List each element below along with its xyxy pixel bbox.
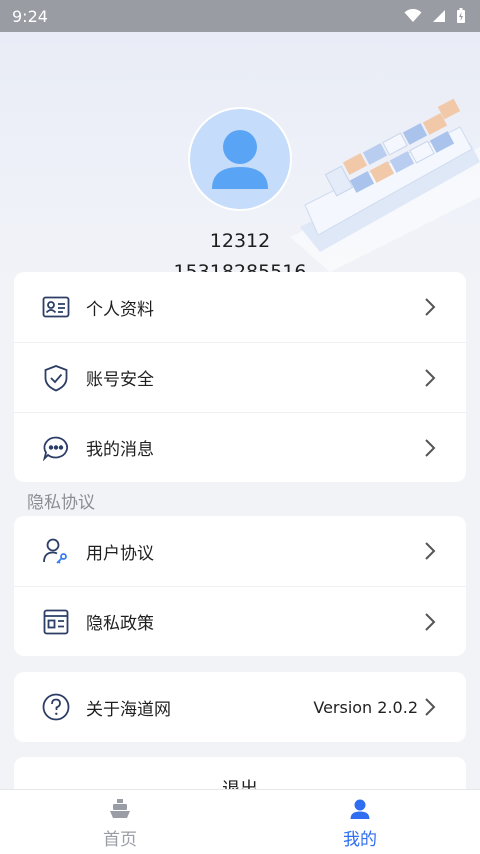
account-menu-card: 个人资料 账号安全 我的消息 [14, 272, 466, 482]
section-title-privacy: 隐私协议 [27, 493, 95, 513]
menu-item-label: 账号安全 [86, 370, 154, 390]
menu-item-label: 关于海道网 [86, 699, 171, 720]
wifi-icon [404, 9, 422, 22]
privacy-menu-card: 用户协议 隐私政策 [14, 516, 466, 656]
id-card-icon [42, 293, 70, 321]
chevron-right-icon [425, 542, 436, 560]
profile-header: 12312 15318285516 [0, 32, 480, 292]
chevron-right-icon [425, 698, 436, 716]
tab-label: 首页 [103, 830, 137, 850]
menu-item-label: 隐私政策 [86, 614, 154, 634]
bottom-tab-bar: 首页 我的 [0, 789, 480, 854]
version-text: Version 2.0.2 [313, 697, 418, 717]
signal-icon [433, 10, 445, 22]
menu-item-messages[interactable]: 我的消息 [14, 412, 466, 482]
chevron-right-icon [425, 438, 436, 457]
status-time: 9:24 [12, 6, 48, 26]
message-icon [42, 434, 70, 462]
menu-item-label: 个人资料 [86, 299, 154, 320]
battery-icon [457, 8, 465, 23]
question-circle-icon [42, 693, 70, 721]
chevron-right-icon [425, 368, 436, 387]
chevron-right-icon [425, 298, 436, 316]
about-card: 关于海道网 Version 2.0.2 [14, 672, 466, 742]
cargo-ship-illustration [290, 98, 480, 272]
user-avatar-icon [212, 130, 268, 189]
policy-doc-icon [42, 608, 70, 636]
tab-mine[interactable]: 我的 [240, 790, 480, 854]
avatar[interactable] [188, 107, 292, 211]
ship-icon [110, 799, 130, 818]
menu-item-about[interactable]: 关于海道网 Version 2.0.2 [14, 672, 466, 742]
menu-item-label: 我的消息 [86, 440, 154, 460]
menu-item-user-agreement[interactable]: 用户协议 [14, 516, 466, 586]
tab-label: 我的 [343, 830, 377, 850]
shield-check-icon [42, 364, 70, 392]
user-key-icon [42, 537, 70, 565]
user-icon [350, 799, 370, 819]
menu-item-privacy-policy[interactable]: 隐私政策 [14, 586, 466, 656]
menu-item-label: 用户协议 [86, 543, 154, 564]
chevron-right-icon [425, 612, 436, 631]
username: 12312 [209, 230, 271, 252]
status-icons [404, 8, 466, 24]
menu-item-profile[interactable]: 个人资料 [14, 272, 466, 342]
menu-item-account-security[interactable]: 账号安全 [14, 342, 466, 412]
status-bar: 9:24 [0, 0, 480, 32]
tab-home[interactable]: 首页 [0, 790, 240, 854]
